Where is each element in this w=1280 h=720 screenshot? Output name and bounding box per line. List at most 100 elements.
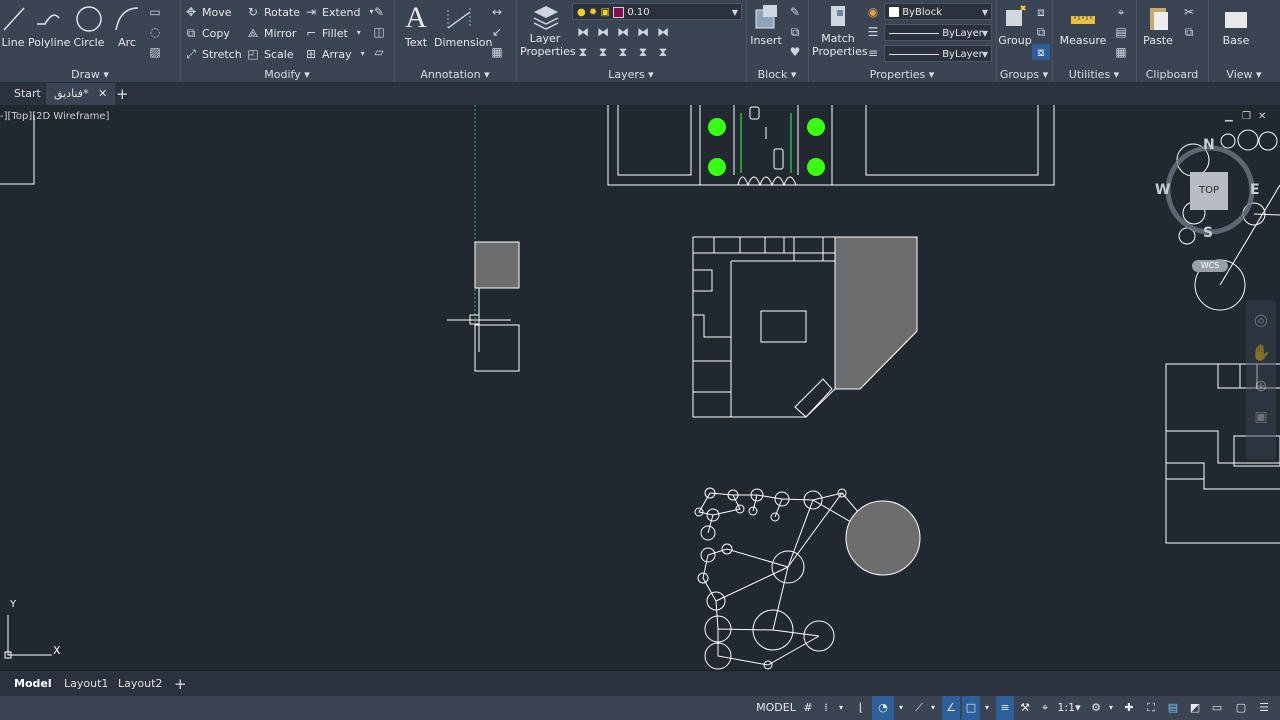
viewcube-top-face[interactable]: TOP: [1190, 172, 1228, 210]
group-edit-icon[interactable]: ⧉: [1032, 24, 1050, 40]
layer-tool-5-icon[interactable]: ⧓: [654, 24, 672, 40]
calculator-icon[interactable]: ▦: [1112, 44, 1130, 60]
group-button[interactable]: Group: [998, 2, 1032, 47]
scale-button[interactable]: ◰ Scale: [246, 45, 293, 63]
layer-tool-10-icon[interactable]: ⧗: [654, 44, 672, 60]
draw-panel-label[interactable]: Draw ▾: [0, 68, 180, 81]
hardware-acceleration-icon[interactable]: ▭: [1208, 696, 1226, 720]
match-properties-button[interactable]: Match Properties: [812, 2, 868, 58]
layer-tool-6-icon[interactable]: ⧗: [574, 44, 592, 60]
quick-properties-icon[interactable]: ▤: [1164, 696, 1182, 720]
layer-tool-8-icon[interactable]: ⧗: [614, 44, 632, 60]
tab-start[interactable]: Start: [6, 83, 49, 105]
annotation-panel-label[interactable]: Annotation ▾: [394, 68, 516, 81]
table-icon[interactable]: ▦: [488, 44, 506, 60]
clipboard-panel-label[interactable]: Clipboard: [1136, 68, 1208, 81]
layer-tool-1-icon[interactable]: ⧓: [574, 24, 592, 40]
linear-dimension-icon[interactable]: ↔: [488, 4, 506, 20]
tab-layout2[interactable]: Layout2: [110, 671, 170, 697]
polyline-button[interactable]: Polyline: [28, 4, 70, 49]
ungroup-icon[interactable]: ⧈: [1032, 4, 1050, 20]
copy-button[interactable]: ⧉ Copy: [184, 24, 230, 42]
extend-button[interactable]: ⇥ Extend ▾: [304, 3, 379, 21]
lineweight-toggle-icon[interactable]: ≡: [996, 696, 1014, 720]
layer-tool-7-icon[interactable]: ⧗: [594, 44, 612, 60]
layer-tool-3-icon[interactable]: ⧓: [614, 24, 632, 40]
object-snap-tracking-icon[interactable]: ∠: [942, 696, 960, 720]
annotation-scale[interactable]: 1:1▾: [1056, 696, 1082, 720]
tab-model[interactable]: Model: [6, 671, 60, 697]
object-snap-icon[interactable]: □: [962, 696, 980, 720]
mirror-button[interactable]: ⟁ Mirror: [246, 24, 297, 42]
layer-tool-4-icon[interactable]: ⧓: [634, 24, 652, 40]
id-point-icon[interactable]: ⌖: [1112, 4, 1130, 20]
rotate-button[interactable]: ↻ Rotate: [246, 3, 300, 21]
compass-west[interactable]: W: [1155, 182, 1170, 198]
annotation-add-icon[interactable]: ✚: [1120, 696, 1138, 720]
color-wheel-icon[interactable]: ◉: [864, 4, 882, 20]
rectangle-icon[interactable]: ▭: [146, 4, 164, 20]
paste-button[interactable]: Paste: [1140, 2, 1176, 47]
customization-menu-icon[interactable]: ☰: [1254, 696, 1274, 720]
quick-select-icon[interactable]: ▤: [1112, 24, 1130, 40]
close-icon[interactable]: ✕: [98, 87, 107, 100]
new-tab-button[interactable]: +: [108, 83, 137, 105]
block-panel-label[interactable]: Block ▾: [746, 68, 808, 81]
line-button[interactable]: Line: [0, 4, 26, 49]
move-button[interactable]: ✥ Move: [184, 3, 232, 21]
offset-icon[interactable]: ▱: [370, 44, 388, 60]
hatch-icon[interactable]: ▨: [146, 44, 164, 60]
edit-block-icon[interactable]: ⧉: [786, 24, 804, 40]
chevron-down-icon[interactable]: ▾: [896, 696, 906, 720]
add-layout-button[interactable]: +: [166, 671, 195, 697]
clean-screen-icon[interactable]: ▢: [1232, 696, 1250, 720]
layer-tool-2-icon[interactable]: ⧓: [594, 24, 612, 40]
base-button[interactable]: Base: [1218, 4, 1254, 47]
zoom-icon[interactable]: ⊕: [1246, 376, 1276, 395]
group-select-icon[interactable]: ⧇: [1032, 44, 1050, 60]
array-button[interactable]: ⊞ Array ▾: [304, 45, 370, 63]
ellipse-icon[interactable]: ◌: [146, 24, 164, 40]
pan-icon[interactable]: ✋: [1246, 343, 1276, 362]
chevron-down-icon[interactable]: ▾: [1106, 696, 1116, 720]
lineweight-dropdown[interactable]: ByLayer ▼: [884, 45, 992, 62]
stretch-button[interactable]: ⤢ Stretch: [184, 45, 242, 63]
viewcube[interactable]: TOP N S E W WCS: [1155, 137, 1260, 272]
block-attribute-icon[interactable]: ♥: [786, 44, 804, 60]
modify-panel-label[interactable]: Modify ▾: [180, 68, 394, 81]
leader-icon[interactable]: ↙: [488, 24, 506, 40]
insert-button[interactable]: Insert: [748, 2, 784, 47]
fillet-button[interactable]: ⌐ Fillet ▾: [304, 24, 366, 42]
isolate-objects-icon[interactable]: ◩: [1186, 696, 1204, 720]
steering-wheel-icon[interactable]: ◎: [1246, 310, 1276, 329]
model-space-toggle[interactable]: MODEL: [754, 696, 798, 720]
chevron-down-icon[interactable]: ▾: [836, 696, 846, 720]
utilities-panel-label[interactable]: Utilities ▾: [1052, 68, 1136, 81]
create-block-icon[interactable]: ✎: [786, 4, 804, 20]
erase-icon[interactable]: ✎: [370, 4, 388, 20]
properties-panel-label[interactable]: Properties ▾: [808, 68, 996, 81]
compass-north[interactable]: N: [1203, 137, 1215, 153]
layer-dropdown[interactable]: ● ✹ ▣ 0.10 ▼: [572, 3, 742, 20]
workspace-gear-icon[interactable]: ⚙: [1086, 696, 1106, 720]
color-dropdown[interactable]: ByBlock ▼: [884, 3, 992, 20]
arc-button[interactable]: Arc: [110, 4, 144, 49]
layer-tool-9-icon[interactable]: ⧗: [634, 44, 652, 60]
units-icon[interactable]: ⛶: [1142, 696, 1160, 720]
circle-button[interactable]: Circle: [72, 4, 106, 49]
view-panel-label[interactable]: View ▾: [1208, 68, 1280, 81]
layer-properties-button[interactable]: Layer Properties: [520, 2, 576, 58]
polar-tracking-icon[interactable]: ◔: [872, 696, 894, 720]
compass-east[interactable]: E: [1250, 182, 1260, 198]
tab-layout1[interactable]: Layout1: [56, 671, 116, 697]
ortho-icon[interactable]: ⌊: [852, 696, 870, 720]
isodraft-icon[interactable]: ⟋: [910, 696, 928, 720]
grid-icon[interactable]: #: [800, 696, 816, 720]
annotation-visibility-icon[interactable]: ⌖: [1036, 696, 1054, 720]
snap-icon[interactable]: ⁞: [818, 696, 834, 720]
measure-button[interactable]: Measure: [1058, 4, 1108, 47]
copy-clip-icon[interactable]: ⧉: [1180, 24, 1198, 40]
ucs-menu-badge[interactable]: WCS: [1192, 260, 1228, 272]
tab-drawing[interactable]: فناديق* ✕: [46, 83, 116, 105]
linetype-dropdown[interactable]: ByLayer ▼: [884, 24, 992, 41]
